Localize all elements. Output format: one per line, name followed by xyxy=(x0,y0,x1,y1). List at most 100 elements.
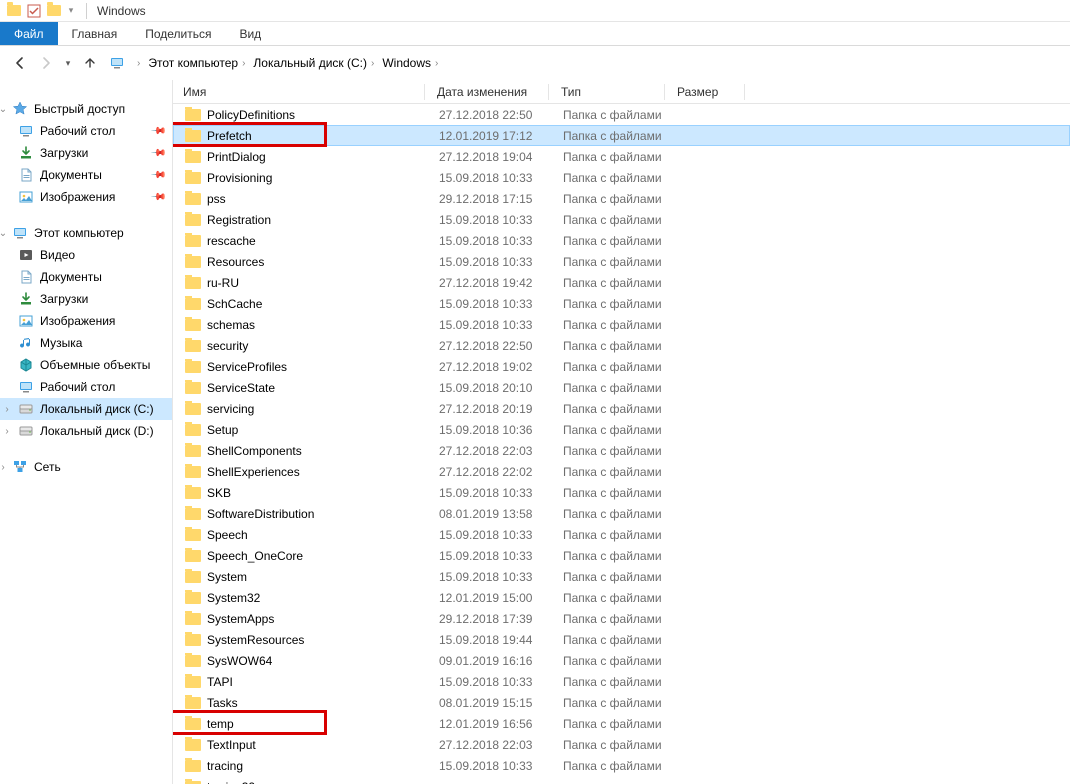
sidebar-quick-item-1[interactable]: Загрузки📌 xyxy=(0,142,172,164)
folder-row[interactable]: SoftwareDistribution08.01.2019 13:58Папк… xyxy=(173,503,1070,524)
qat-dropdown-icon[interactable]: ▾ xyxy=(66,3,76,19)
folder-row[interactable]: security27.12.2018 22:50Папка с файлами xyxy=(173,335,1070,356)
sidebar-quick-item-3[interactable]: Изображения📌 xyxy=(0,186,172,208)
sidebar-pc-item-7[interactable]: › Локальный диск (C:) xyxy=(0,398,172,420)
folder-row[interactable]: tracing15.09.2018 10:33Папка с файлами xyxy=(173,755,1070,776)
folder-row[interactable]: twain_32 xyxy=(173,776,1070,784)
folder-row[interactable]: ServiceState15.09.2018 20:10Папка с файл… xyxy=(173,377,1070,398)
nav-recent-dropdown[interactable]: ▾ xyxy=(60,51,76,75)
address-bar[interactable]: › Этот компьютер› Локальный диск (C:)› W… xyxy=(104,51,1062,75)
expand-icon[interactable]: ⌄ xyxy=(0,104,8,115)
folder-icon xyxy=(185,317,201,333)
folder-row[interactable]: Prefetch12.01.2019 17:12Папка с файлами xyxy=(173,125,1070,146)
expand-icon[interactable]: › xyxy=(2,404,12,415)
column-name[interactable]: Имя xyxy=(177,80,431,103)
folder-date: 15.09.2018 20:10 xyxy=(433,381,557,395)
folder-row[interactable]: schemas15.09.2018 10:33Папка с файлами xyxy=(173,314,1070,335)
folder-icon xyxy=(185,422,201,438)
folder-type: Папка с файлами xyxy=(557,675,673,689)
sidebar-quick-item-2[interactable]: Документы📌 xyxy=(0,164,172,186)
folder-row[interactable]: ShellExperiences27.12.2018 22:02Папка с … xyxy=(173,461,1070,482)
file-list[interactable]: PolicyDefinitions27.12.2018 22:50Папка с… xyxy=(173,104,1070,784)
sidebar-item-label: Видео xyxy=(40,248,75,262)
folder-name: Speech xyxy=(207,528,248,542)
sidebar-pc-item-0[interactable]: Видео xyxy=(0,244,172,266)
sidebar-quick-item-0[interactable]: Рабочий стол📌 xyxy=(0,120,172,142)
folder-date: 15.09.2018 10:33 xyxy=(433,171,557,185)
folder-row[interactable]: Setup15.09.2018 10:36Папка с файлами xyxy=(173,419,1070,440)
column-date[interactable]: Дата изменения xyxy=(431,80,555,103)
folder-row[interactable]: SysWOW6409.01.2019 16:16Папка с файлами xyxy=(173,650,1070,671)
folder-row[interactable]: rescache15.09.2018 10:33Папка с файлами xyxy=(173,230,1070,251)
folder-row[interactable]: Provisioning15.09.2018 10:33Папка с файл… xyxy=(173,167,1070,188)
expand-icon[interactable]: › xyxy=(0,462,8,473)
folder-row[interactable]: SKB15.09.2018 10:33Папка с файлами xyxy=(173,482,1070,503)
folder-icon xyxy=(185,275,201,291)
sidebar-item-label: Локальный диск (C:) xyxy=(40,402,154,416)
folder-row[interactable]: SystemApps29.12.2018 17:39Папка с файлам… xyxy=(173,608,1070,629)
folder-row[interactable]: SystemResources15.09.2018 19:44Папка с ф… xyxy=(173,629,1070,650)
sidebar-pc-item-4[interactable]: Музыка xyxy=(0,332,172,354)
folder-icon xyxy=(185,569,201,585)
folder-row[interactable]: pss29.12.2018 17:15Папка с файлами xyxy=(173,188,1070,209)
folder-row[interactable]: Speech15.09.2018 10:33Папка с файлами xyxy=(173,524,1070,545)
folder-row[interactable]: Registration15.09.2018 10:33Папка с файл… xyxy=(173,209,1070,230)
crumb-label: Этот компьютер xyxy=(148,56,238,70)
column-type[interactable]: Тип xyxy=(555,80,671,103)
tab-share[interactable]: Поделиться xyxy=(131,22,225,45)
folder-row[interactable]: PolicyDefinitions27.12.2018 22:50Папка с… xyxy=(173,104,1070,125)
folder-row[interactable]: Speech_OneCore15.09.2018 10:33Папка с фа… xyxy=(173,545,1070,566)
sidebar-pc-item-8[interactable]: ›Локальный диск (D:) xyxy=(0,420,172,442)
sidebar-pc-item-5[interactable]: Объемные объекты xyxy=(0,354,172,376)
folder-row[interactable]: TextInput27.12.2018 22:03Папка с файлами xyxy=(173,734,1070,755)
folder-row[interactable]: System3212.01.2019 15:00Папка с файлами xyxy=(173,587,1070,608)
nav-up-button[interactable] xyxy=(78,51,102,75)
crumb-drive-c[interactable]: Локальный диск (C:)› xyxy=(249,52,378,74)
folder-row[interactable]: servicing27.12.2018 20:19Папка с файлами xyxy=(173,398,1070,419)
folder-type: Папка с файлами xyxy=(557,570,673,584)
sidebar-pc-item-6[interactable]: Рабочий стол xyxy=(0,376,172,398)
sidebar-pc-item-3[interactable]: Изображения xyxy=(0,310,172,332)
folder-name: ServiceProfiles xyxy=(207,360,287,374)
downloads-icon xyxy=(18,145,34,161)
folder-row[interactable]: ServiceProfiles27.12.2018 19:02Папка с ф… xyxy=(173,356,1070,377)
folder-row[interactable]: TAPI15.09.2018 10:33Папка с файлами xyxy=(173,671,1070,692)
crumb-root-chevron[interactable]: › xyxy=(129,52,144,74)
tab-home[interactable]: Главная xyxy=(58,22,132,45)
folder-type: Папка с файлами xyxy=(557,633,673,647)
expand-icon[interactable]: ⌄ xyxy=(0,228,8,239)
folder-name: System xyxy=(207,570,247,584)
folder-name: SKB xyxy=(207,486,231,500)
column-headers: Имя Дата изменения Тип Размер xyxy=(173,80,1070,104)
folder-row[interactable]: Tasks08.01.2019 15:15Папка с файлами xyxy=(173,692,1070,713)
sidebar-this-pc[interactable]: ⌄Этот компьютер xyxy=(0,222,172,244)
sidebar-pc-item-2[interactable]: Загрузки xyxy=(0,288,172,310)
sidebar-pc-item-1[interactable]: Документы xyxy=(0,266,172,288)
sidebar-quick-access[interactable]: ⌄Быстрый доступ xyxy=(0,98,172,120)
folder-row[interactable]: temp12.01.2019 16:56Папка с файлами xyxy=(173,713,1070,734)
column-size[interactable]: Размер xyxy=(671,80,751,103)
video-icon xyxy=(18,247,34,263)
expand-icon[interactable]: › xyxy=(2,426,12,437)
column-label: Тип xyxy=(561,85,581,99)
tab-view[interactable]: Вид xyxy=(225,22,275,45)
folder-row[interactable]: PrintDialog27.12.2018 19:04Папка с файла… xyxy=(173,146,1070,167)
folder-row[interactable]: System15.09.2018 10:33Папка с файлами xyxy=(173,566,1070,587)
sidebar-item-label: Объемные объекты xyxy=(40,358,150,372)
qat-properties-icon[interactable] xyxy=(26,3,42,19)
folder-type: Папка с файлами xyxy=(557,276,673,290)
folder-date: 15.09.2018 10:33 xyxy=(433,486,557,500)
folder-date: 27.12.2018 22:02 xyxy=(433,465,557,479)
crumb-windows[interactable]: Windows› xyxy=(378,52,442,74)
folder-row[interactable]: Resources15.09.2018 10:33Папка с файлами xyxy=(173,251,1070,272)
nav-forward-button[interactable] xyxy=(34,51,58,75)
folder-row[interactable]: ShellComponents27.12.2018 22:03Папка с ф… xyxy=(173,440,1070,461)
nav-back-button[interactable] xyxy=(8,51,32,75)
qat-new-folder-icon[interactable] xyxy=(46,3,62,19)
folder-row[interactable]: SchCache15.09.2018 10:33Папка с файлами xyxy=(173,293,1070,314)
tab-file[interactable]: Файл xyxy=(0,22,58,45)
crumb-label: Windows xyxy=(382,56,431,70)
crumb-this-pc[interactable]: Этот компьютер› xyxy=(144,52,249,74)
folder-row[interactable]: ru-RU27.12.2018 19:42Папка с файлами xyxy=(173,272,1070,293)
sidebar-network[interactable]: ›Сеть xyxy=(0,456,172,478)
